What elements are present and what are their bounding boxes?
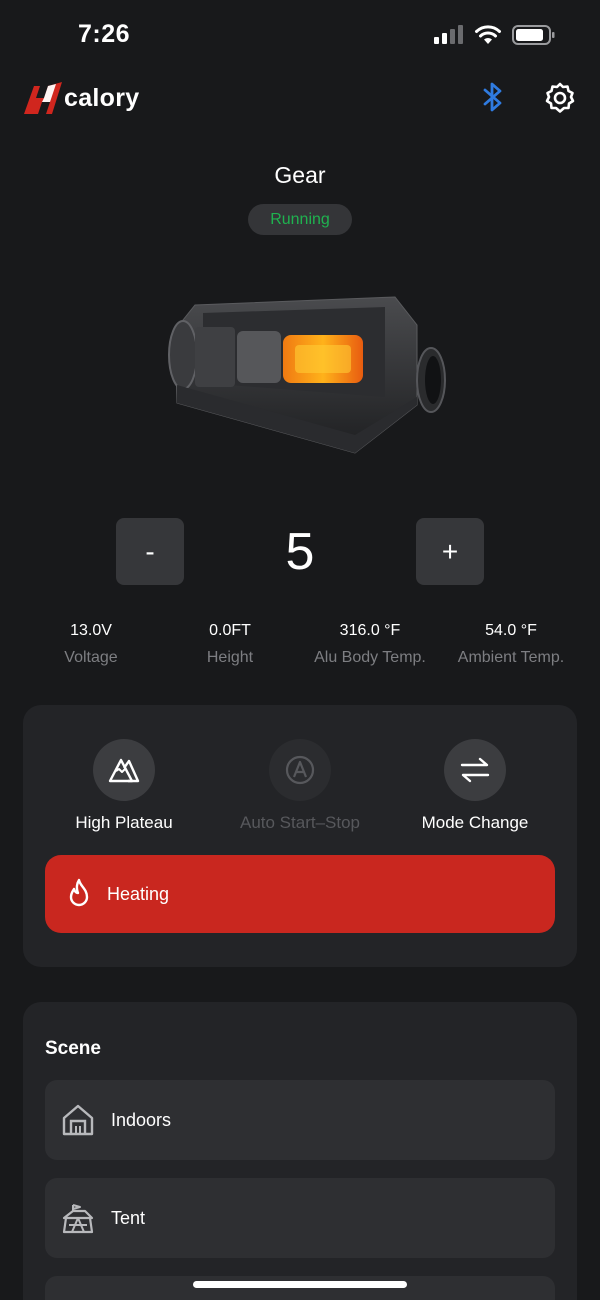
metric-value: 0.0FT	[209, 622, 251, 639]
high-plateau-control[interactable]: High Plateau	[44, 739, 204, 833]
mode-change-button[interactable]	[444, 739, 506, 801]
home-indicator[interactable]	[193, 1281, 407, 1288]
metric-value: 54.0 °F	[485, 622, 537, 639]
swap-arrows-icon	[460, 757, 490, 783]
scene-label: Indoors	[111, 1109, 172, 1130]
tent-icon	[62, 1204, 94, 1234]
auto-start-stop-label: Auto Start–Stop	[239, 813, 361, 832]
auto-start-stop-control[interactable]: Auto Start–Stop	[220, 739, 380, 833]
metric-label: Ambient Temp.	[457, 649, 565, 666]
metric-voltage: 13.0V Voltage	[20, 622, 162, 667]
high-plateau-button[interactable]	[93, 739, 155, 801]
scene-item-indoors[interactable]: Indoors	[45, 1080, 555, 1160]
metric-label: Voltage	[64, 649, 118, 666]
control-card: High Plateau Auto Start–Stop Mode Change…	[23, 705, 577, 967]
scene-title: Scene	[45, 1038, 101, 1059]
heating-label: Heating	[107, 883, 170, 904]
metric-height: 0.0FT Height	[162, 622, 298, 667]
metric-label: Height	[206, 649, 254, 666]
brand-mark-icon	[24, 82, 62, 114]
mountain-icon	[108, 758, 140, 783]
scene-label: Tent	[111, 1207, 146, 1228]
metric-value: 13.0V	[70, 622, 112, 639]
settings-button[interactable]	[542, 80, 578, 116]
mode-change-label: Mode Change	[421, 813, 529, 832]
app-header: calory	[0, 72, 600, 126]
cellular-signal-icon	[434, 25, 464, 50]
high-plateau-label: High Plateau	[75, 813, 173, 832]
house-icon	[62, 1104, 94, 1136]
auto-a-icon	[285, 755, 315, 785]
metric-ambient-temp: 54.0 °F Ambient Temp.	[442, 622, 580, 667]
device-title: Gear	[274, 162, 326, 188]
logo-text: calory	[64, 83, 140, 112]
gear-icon	[545, 82, 575, 113]
flame-icon	[69, 878, 89, 907]
metric-alu-body-temp: 316.0 °F Alu Body Temp.	[298, 622, 442, 667]
metrics-row: 13.0V Voltage 0.0FT Height 316.0 °F Alu …	[20, 622, 580, 667]
heating-button[interactable]: Heating	[45, 855, 555, 933]
wifi-icon	[474, 25, 502, 50]
scene-item-partial[interactable]	[45, 1276, 555, 1300]
gear-decrease-button[interactable]: -	[116, 518, 184, 585]
scene-item-tent[interactable]: Tent	[45, 1178, 555, 1258]
bluetooth-icon	[483, 82, 502, 112]
running-status-badge: Running	[248, 204, 352, 235]
scene-card: Scene Indoors Tent	[23, 1002, 577, 1300]
bluetooth-button[interactable]	[478, 80, 508, 114]
mode-change-control[interactable]: Mode Change	[395, 739, 555, 833]
gear-increase-button[interactable]: +	[416, 518, 484, 585]
status-bar: 7:26	[0, 0, 600, 70]
metric-value: 316.0 °F	[339, 622, 401, 639]
brand-logo: calory	[22, 78, 139, 118]
heater-illustration	[155, 285, 455, 465]
battery-icon	[512, 24, 556, 51]
status-time: 7:26	[78, 20, 131, 48]
auto-start-stop-button[interactable]	[269, 739, 331, 801]
metric-label: Alu Body Temp.	[314, 649, 426, 666]
status-icons	[434, 24, 556, 51]
gear-value: 5	[285, 523, 315, 581]
